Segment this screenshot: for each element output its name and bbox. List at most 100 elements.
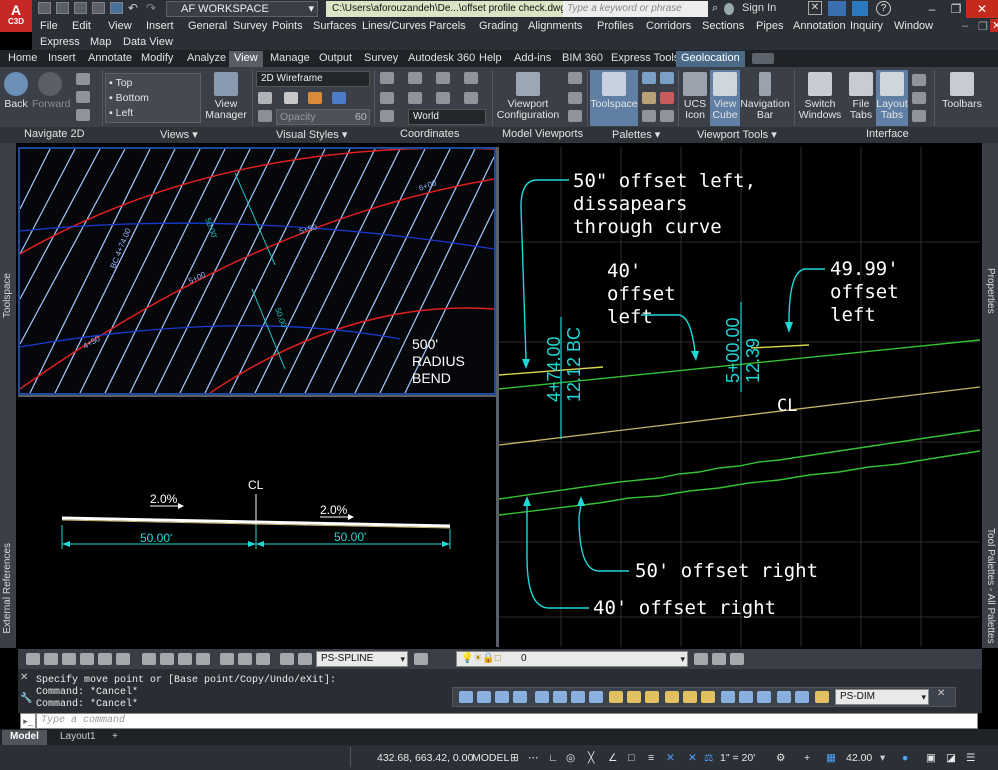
opacity-slider[interactable]: Opacity 60 [276,109,370,125]
xray-icon[interactable] [258,110,272,122]
shade-icon[interactable] [258,92,272,104]
navigation-bar-button[interactable]: Navigation Bar [740,72,790,121]
tile-horizontal-icon[interactable] [912,74,926,86]
viewport-configuration-button[interactable]: Viewport Configuration [496,72,560,121]
workspace-dropdown[interactable]: AF WORKSPACE ▾ [166,1,318,17]
menu-annotation[interactable]: Annotation [793,20,846,32]
sign-in-button[interactable]: Sign In [742,0,776,18]
menu-view[interactable]: View [108,20,132,32]
layer-tool-7-icon[interactable] [142,653,156,665]
minimize-button[interactable]: – [920,0,944,18]
dim-edit-icon[interactable] [721,691,735,703]
snap-icon[interactable]: ⋯ [528,752,539,764]
ucs-object-icon[interactable] [436,92,450,104]
menu-file[interactable]: File [40,20,58,32]
color-icon[interactable] [308,92,322,104]
menu-inquiry[interactable]: Inquiry [850,20,883,32]
elevation-display[interactable]: 42.00 [846,752,872,764]
layer-tool-8-icon[interactable] [160,653,174,665]
menu-pipes[interactable]: Pipes [756,20,784,32]
properties-palette-tab[interactable]: Properties [985,268,996,314]
tab-home[interactable]: Home [3,51,42,67]
dim-inspect-icon[interactable] [701,691,715,703]
right-palette-strip[interactable]: Properties Tool Palettes - All Palettes [982,143,998,648]
tool-palettes-icon[interactable] [660,72,674,84]
panel-visual-styles[interactable]: Visual Styles ▾ [276,128,347,141]
layer-palette-icon[interactable] [660,110,674,122]
zoom-icon[interactable] [76,109,90,121]
switch-windows-button[interactable]: Switch Windows [798,72,842,121]
tab-modify[interactable]: Modify [136,51,178,67]
layer-tool-5-icon[interactable] [98,653,112,665]
app-logo[interactable]: A C3D [0,0,32,32]
layer-tool-12-icon[interactable] [238,653,252,665]
dim-jogged-icon[interactable] [553,691,567,703]
tab-express-tools[interactable]: Express Tools [606,51,684,67]
tab-help[interactable]: Help [474,51,507,67]
polar-icon[interactable]: ◎ [566,752,575,764]
layer-tool-13-icon[interactable] [256,653,270,665]
view-cube-button[interactable]: View Cube [710,70,740,126]
menu-parcels[interactable]: Parcels [429,20,466,32]
object-snap-icon[interactable]: □ [628,752,634,764]
back-button[interactable]: Back [2,72,30,110]
grid-icon[interactable]: ⊞ [510,752,519,764]
menu-close-icon[interactable]: ✕ [990,19,998,32]
object-snap-tracking-icon[interactable]: ∠ [608,752,617,764]
views-gallery[interactable]: ▪ Top ▪ Bottom ▪ Left [105,73,201,123]
file-tabs-button[interactable]: File Tabs [846,72,876,121]
annotation-monitor-icon[interactable]: + [804,752,810,764]
help-button[interactable]: ? [876,1,891,16]
new-icon[interactable] [38,2,51,14]
dim-style-dropdown[interactable]: PS-DIM [835,689,929,705]
layer-tool-3-icon[interactable] [62,653,76,665]
dim-quick-icon[interactable] [609,691,623,703]
panel-palettes[interactable]: Palettes ▾ [612,128,660,141]
model-space-toggle[interactable]: MODEL [472,752,509,764]
panel-views[interactable]: Views ▾ [160,128,198,141]
tab-manage[interactable]: Manage [265,51,315,67]
external-references-tab[interactable]: External References [2,543,13,634]
toolspace-button[interactable]: Toolspace [590,70,638,126]
tab-bim-360[interactable]: BIM 360 [557,51,608,67]
ucs-icon-button[interactable]: UCS Icon [680,72,710,121]
sheet-set-icon[interactable] [642,110,656,122]
panel-coordinates[interactable]: Coordinates [400,128,459,140]
ucs-z-icon[interactable] [380,92,394,104]
join-viewports-icon[interactable] [568,92,582,104]
orbit-icon[interactable] [76,91,90,103]
dim-radius-icon[interactable] [535,691,549,703]
dim-diameter-icon[interactable] [571,691,585,703]
open-icon[interactable] [56,2,69,14]
layer-dropdown[interactable]: 💡☀🔒□ 0 [456,651,688,667]
lineweight-icon[interactable]: ≡ [648,752,654,764]
named-viewports-icon[interactable] [568,72,582,84]
panel-model-viewports[interactable]: Model Viewports [502,128,583,140]
statusbar-menu-icon[interactable]: ☰ [966,752,975,764]
plot-icon[interactable] [110,2,123,14]
dim-update-icon[interactable] [757,691,771,703]
isolate-objects-icon[interactable]: ▾ [880,752,885,764]
plan-viewport[interactable]: 6+00 5+50 50.00' 5+00 50.00' 4+50 BC 4+7… [18,147,496,395]
search-input[interactable]: Type a keyword or phrase [563,1,708,17]
layer-tool-14-icon[interactable] [280,653,294,665]
properties-palette-icon[interactable] [642,72,656,84]
restore-viewports-icon[interactable] [568,110,582,122]
layer-tool-15-icon[interactable] [298,653,312,665]
ucs-view-icon[interactable] [408,92,422,104]
tab-autodesk-360[interactable]: Autodesk 360 [403,51,480,67]
ortho-icon[interactable]: ∟ [548,752,558,764]
view-top-item[interactable]: ▪ Top [109,77,132,89]
menu-minimize-icon[interactable]: – [962,20,968,32]
menu-surfaces[interactable]: Surfaces [313,20,356,32]
dim-continue-icon[interactable] [645,691,659,703]
tab-survey[interactable]: Survey [359,51,403,67]
a360-icon[interactable] [828,1,846,16]
ribbon-minimize-icon[interactable] [752,53,774,64]
layer-tool-9-icon[interactable] [178,653,192,665]
ucs-origin-icon[interactable] [408,72,422,84]
hardware-acceleration-icon[interactable]: ● [902,752,908,764]
ucs-world-dropdown[interactable]: World [408,109,486,125]
tab-view[interactable]: View [229,51,263,67]
pan-icon[interactable] [76,73,90,85]
